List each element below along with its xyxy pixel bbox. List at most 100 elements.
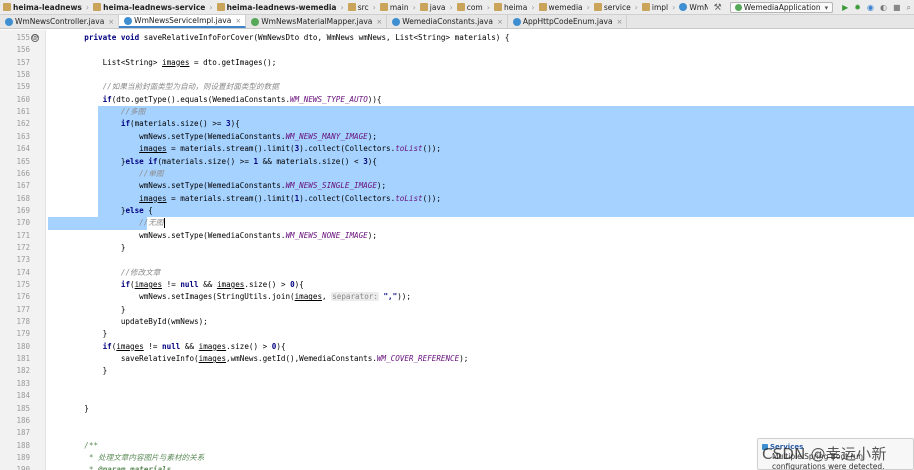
code-text: if(images != null && images.size() > 0){ xyxy=(102,341,286,351)
line-number: 190 xyxy=(16,465,30,470)
code-text: //单图 xyxy=(139,168,164,178)
folder-icon xyxy=(93,3,102,11)
breadcrumb-item[interactable]: heima-leadnews xyxy=(0,3,85,12)
breadcrumb-label: heima-leadnews xyxy=(13,2,82,12)
breadcrumb-label: service xyxy=(603,2,631,12)
editor-tab[interactable]: WemediaConstants.java × xyxy=(387,15,508,28)
debug-icon[interactable]: ✹ xyxy=(854,3,861,12)
watermark: CSDN @幸运小新 xyxy=(762,445,887,463)
line-number: 170 xyxy=(16,218,30,228)
code-line: 184 xyxy=(0,390,914,402)
folder-icon xyxy=(593,3,602,11)
editor-tab[interactable]: WmNewsServiceImpl.java × xyxy=(119,15,247,28)
line-number: 177 xyxy=(16,304,30,314)
line-number: 183 xyxy=(16,378,30,388)
code-text: images = materials.stream().limit(3).col… xyxy=(139,144,441,154)
run-icon[interactable]: ▶ xyxy=(842,3,848,12)
code-text: if(materials.size() >= 3){ xyxy=(120,119,240,129)
breadcrumb-item[interactable]: src xyxy=(345,3,372,12)
code-line: 156 xyxy=(0,44,914,56)
line-number: 173 xyxy=(16,255,30,265)
code-text: } xyxy=(66,304,126,314)
chevron-down-icon: ▾ xyxy=(824,3,829,12)
code-line: 174 //修改文章 xyxy=(0,267,914,279)
close-icon[interactable]: × xyxy=(235,17,241,25)
code-text: updateById(wmNews); xyxy=(66,317,208,327)
code-text: } xyxy=(66,329,108,339)
folder-icon xyxy=(641,3,650,11)
breadcrumb-item[interactable]: java xyxy=(417,3,449,12)
close-icon[interactable]: × xyxy=(376,18,382,26)
code-text: }else { xyxy=(66,205,153,215)
breadcrumb-label: heima xyxy=(503,2,528,12)
line-number: 181 xyxy=(16,354,30,364)
close-icon[interactable]: × xyxy=(617,18,623,26)
line-number: 165 xyxy=(16,156,30,166)
code-line: 181 saveRelativeInfo(images,wmNews.getId… xyxy=(0,353,914,365)
folder-icon xyxy=(216,3,225,11)
breadcrumb-item[interactable]: heima xyxy=(491,3,530,12)
code-line: 182 } xyxy=(0,365,914,377)
editor-tab[interactable]: WmNewsController.java × xyxy=(0,15,120,28)
breadcrumb-item[interactable]: wemedia xyxy=(536,3,586,12)
code-line: 179 } xyxy=(0,328,914,340)
navigation-bar: heima-leadnews › heima-leadnews-service › he… xyxy=(0,0,914,15)
code-line: 180 if(images != null && images.size() >… xyxy=(0,341,914,353)
tab-label: WmNewsController.java xyxy=(15,17,105,26)
breadcrumb-item[interactable]: main xyxy=(377,3,412,12)
code-text: saveRelativeInfo(images,wmNews.getId(),W… xyxy=(66,354,469,364)
code-text: //无图 xyxy=(139,218,165,229)
line-number: 189 xyxy=(16,452,30,462)
close-icon[interactable]: × xyxy=(108,18,114,26)
code-text: /** xyxy=(84,440,99,450)
run-toolbar: ⚒ WemediaApplication ▾ ▶ ✹ ◉ ◐ ■ ⌕ xyxy=(707,0,914,14)
code-line: 166 //单图 xyxy=(0,168,914,180)
code-text: if(images != null && images.size() > 0){ xyxy=(120,280,304,289)
breadcrumb-item[interactable]: heima-leadnews-wemedia xyxy=(214,3,340,12)
breadcrumb-label: com xyxy=(466,2,483,12)
code-line: 159 //如果当前封面类型为自动，则设置封面类型的数据 xyxy=(0,81,914,93)
code-line: 164 images = materials.stream().limit(3)… xyxy=(0,143,914,155)
line-number: 174 xyxy=(16,267,30,277)
iface-icon xyxy=(251,17,260,26)
code-line: 176 wmNews.setImages(StringUtils.join(im… xyxy=(0,291,914,303)
line-number: 175 xyxy=(16,280,30,289)
code-editor[interactable]: 155 @ private void saveRelativeInfoForCov… xyxy=(0,30,914,470)
code-line: 158 xyxy=(0,69,914,81)
class-icon xyxy=(5,17,13,26)
build-hammer-icon[interactable]: ⚒ xyxy=(714,3,722,13)
code-line: 170 //无图 xyxy=(0,217,914,229)
line-number: 159 xyxy=(16,82,30,92)
breadcrumb-item[interactable]: heima-leadnews-service xyxy=(90,3,208,12)
code-line: 165 }else if(materials.size() >= 1 && ma… xyxy=(0,156,914,168)
breadcrumb-item[interactable]: service xyxy=(591,3,634,12)
line-number: 167 xyxy=(16,181,30,191)
stop-icon[interactable]: ■ xyxy=(893,3,901,12)
line-number: 158 xyxy=(16,70,30,80)
code-text: wmNews.setType(WemediaConstants.WM_NEWS_… xyxy=(66,230,377,240)
code-text: * @param materials xyxy=(88,465,172,470)
code-line: 160 if(dto.getType().equals(WemediaConst… xyxy=(0,94,914,106)
class-icon xyxy=(679,3,688,11)
code-line: 175 if(images != null && images.size() >… xyxy=(0,279,914,291)
run-configuration-select[interactable]: WemediaApplication ▾ xyxy=(729,2,834,13)
line-number: 160 xyxy=(16,94,30,104)
line-number: 188 xyxy=(16,440,30,450)
breadcrumb-label: java xyxy=(429,2,446,12)
breadcrumb-label: wemedia xyxy=(548,2,583,12)
code-line: 173 xyxy=(0,254,914,266)
override-marker-icon[interactable]: @ xyxy=(31,34,39,42)
code-text: wmNews.setType(WemediaConstants.WM_NEWS_… xyxy=(66,181,387,191)
editor-tab[interactable]: WmNewsMaterialMapper.java × xyxy=(246,15,388,28)
close-icon[interactable]: × xyxy=(497,18,503,26)
code-text: wmNews.setType(WemediaConstants.WM_NEWS_… xyxy=(66,131,377,141)
search-icon[interactable]: ⌕ xyxy=(907,3,911,13)
code-line: 183 xyxy=(0,378,914,390)
breadcrumb-item[interactable]: impl xyxy=(639,3,671,12)
class-icon xyxy=(512,17,521,26)
coverage-icon[interactable]: ◉ xyxy=(867,3,874,12)
code-line: 171 wmNews.setType(WemediaConstants.WM_N… xyxy=(0,230,914,242)
breadcrumb-item[interactable]: com xyxy=(454,3,486,12)
profile-icon[interactable]: ◐ xyxy=(880,3,887,12)
editor-tab[interactable]: AppHttpCodeEnum.java × xyxy=(508,15,628,28)
